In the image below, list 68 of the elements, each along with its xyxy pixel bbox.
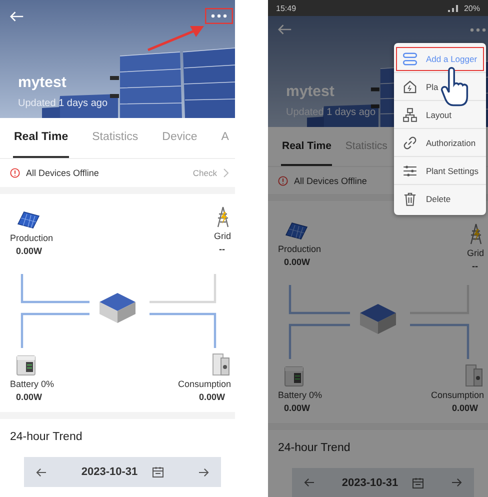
hand-cursor-icon (440, 67, 470, 107)
node-value: 0.00W (198, 392, 226, 402)
house-drawing (100, 293, 136, 323)
alert-message: All Devices Offline (294, 176, 367, 186)
solar-panel-icon (16, 210, 40, 230)
tab[interactable]: Real Time (281, 127, 332, 166)
tab[interactable]: Real Time (13, 118, 70, 158)
battery-cabinet-icon (284, 365, 304, 388)
battery-cabinet-icon (16, 354, 36, 376)
plant-name: mytest (286, 83, 334, 100)
node-value: 0.00W (450, 403, 479, 414)
meter-cabinet-icon (211, 352, 231, 376)
node-value: 0.00W (15, 246, 44, 256)
house-icon (402, 78, 418, 94)
node-value: 0.00W (283, 257, 312, 268)
arrow-left-icon[interactable] (304, 478, 315, 488)
date-value: 2023-10-31 (342, 476, 398, 489)
node-label: Production (10, 233, 54, 243)
link-icon (402, 134, 418, 150)
node-value: 0.00W (283, 403, 312, 414)
logger-icon (402, 50, 418, 66)
node-label: Consumption (430, 390, 484, 400)
calendar-icon[interactable] (152, 466, 164, 478)
node-label: Battery 0% (278, 390, 322, 400)
alert-icon (10, 168, 20, 178)
meter-cabinet-icon (464, 363, 484, 388)
check-link[interactable]: Check (192, 168, 217, 178)
section-title: 24-hour Trend (277, 441, 352, 456)
back-arrow-icon[interactable] (278, 24, 292, 36)
node-label: Battery 0% (10, 379, 54, 389)
section-title: 24-hour Trend (9, 430, 84, 445)
node-label: Grid (466, 248, 484, 258)
battery-percent: 20% (464, 4, 480, 13)
node-label: Consumption (178, 379, 231, 389)
alert-message: All Devices Offline (26, 168, 99, 178)
signal-icon (446, 3, 461, 14)
tab[interactable]: Statistics (91, 118, 140, 158)
menu-item[interactable]: Plant Settings (394, 157, 486, 185)
node-value: -- (218, 244, 226, 254)
menu-item[interactable]: Authorization (394, 129, 486, 157)
arrow-right-icon[interactable] (451, 478, 462, 488)
calendar-icon[interactable] (412, 476, 424, 489)
tab[interactable]: A (220, 118, 230, 158)
update-time: Updated 1 days ago (18, 98, 108, 109)
more-icon[interactable] (470, 26, 486, 33)
node-label: Grid (214, 231, 231, 241)
solar-panel-icon (284, 221, 308, 242)
transmission-tower-icon (215, 206, 231, 228)
node-value: 0.00W (15, 392, 44, 402)
hierarchy-icon (402, 106, 418, 122)
transmission-tower-icon (468, 223, 484, 246)
trash-icon (402, 191, 418, 207)
arrow-right-icon[interactable] (198, 468, 209, 476)
menu-item[interactable]: Add a Logger (394, 45, 486, 73)
tab[interactable]: Device (161, 118, 198, 158)
chevron-right-icon[interactable] (223, 168, 229, 178)
status-time: 15:49 (276, 4, 296, 13)
alert-icon (278, 176, 288, 186)
sliders-icon (402, 162, 418, 178)
node-value: -- (471, 261, 479, 272)
plant-name: mytest (18, 74, 66, 91)
date-value: 2023-10-31 (81, 466, 138, 478)
more-icon[interactable] (205, 8, 233, 24)
house-drawing (360, 304, 396, 334)
node-label: Production (278, 244, 322, 254)
menu-item[interactable]: Delete (394, 185, 486, 213)
back-arrow-icon[interactable] (10, 10, 24, 22)
arrow-left-icon[interactable] (36, 468, 47, 476)
